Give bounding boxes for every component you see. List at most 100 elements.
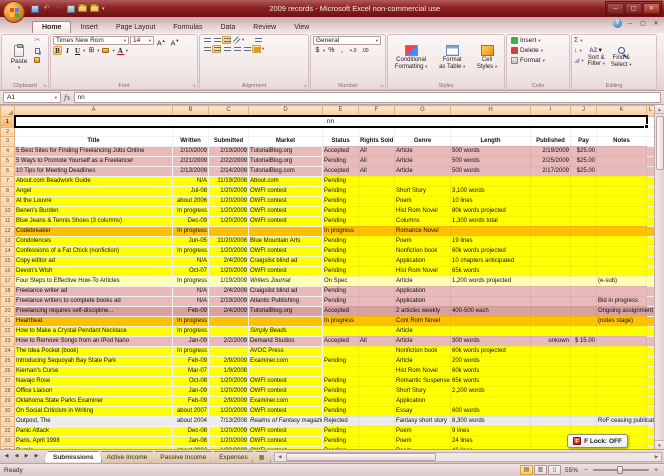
cell[interactable]: Dec-08 [172,426,209,437]
cell[interactable]: Bid in progress [596,296,647,307]
cell[interactable] [322,366,359,377]
cell[interactable]: about 2004 [172,416,209,427]
cell[interactable]: Oct-08 [172,376,209,387]
cell[interactable]: Nonfiction book [394,246,451,257]
font-size-select[interactable]: 14 ▾ [130,36,154,45]
cell[interactable]: $ 15.00 [570,336,597,347]
cell[interactable] [450,316,531,327]
cell[interactable] [450,296,531,307]
format-cells-button[interactable]: Format ▾ [511,56,567,65]
cell[interactable] [596,336,647,347]
paste-button[interactable]: Paste ▾ [8,36,31,80]
cell[interactable] [248,366,323,377]
cell[interactable] [530,236,571,247]
cell[interactable] [570,266,597,277]
cell[interactable] [596,216,647,227]
cell[interactable] [248,226,323,237]
cell[interactable]: Article [394,156,451,167]
first-sheet-icon[interactable]: ◀ [2,452,11,461]
cell[interactable] [248,316,323,327]
cell[interactable]: In progress [172,246,209,257]
cell[interactable]: TutorialBlog.org [248,306,323,317]
cell[interactable] [248,127,323,137]
cell[interactable] [358,256,395,267]
tab-home[interactable]: Home [32,21,72,33]
cell[interactable]: Romance Novel [394,226,451,237]
cell[interactable]: 2,200 words [450,386,531,397]
cell[interactable]: 2/9/2009 [208,396,249,407]
sheet-tab-submissions[interactable]: Submissions [44,451,102,463]
cell[interactable]: TutorialBlog.com [248,166,323,177]
cell[interactable] [530,326,571,337]
cell[interactable]: 1/20/2009 [208,206,249,217]
cell[interactable] [322,326,359,337]
cell[interactable] [596,356,647,367]
column-title-cell[interactable]: Rights Sold [358,136,395,147]
cell[interactable]: Application [394,286,451,297]
cell[interactable]: Copy editor ad [14,256,173,267]
cell[interactable]: Accepted [322,146,359,157]
tab-view[interactable]: View [285,22,318,33]
sheet-tab-passive-income[interactable]: Passive Income [151,451,215,463]
horizontal-scrollbar[interactable]: ◀ ▶ [274,451,662,462]
cell[interactable]: All [358,156,395,167]
cell[interactable]: OWFI contest [248,266,323,277]
cell[interactable]: In progress [172,326,209,337]
cell[interactable]: Pending [322,296,359,307]
cell[interactable]: Pending [322,386,359,397]
cell[interactable] [358,346,395,357]
cell[interactable]: Article [394,356,451,367]
row-header-27[interactable]: 27 [0,375,15,387]
cell[interactable]: 2 articles weekly [394,306,451,317]
cell[interactable]: 2/9/2009 [208,356,249,367]
cell[interactable] [570,276,597,287]
cell[interactable]: 2/19/2009 [530,146,571,157]
cell[interactable] [530,396,571,407]
cell[interactable]: $25.00 [570,156,597,167]
cell[interactable]: 1/20/2009 [208,266,249,277]
column-title-cell[interactable]: Title [14,136,173,147]
cell[interactable]: 2/4/2009 [208,286,249,297]
cell[interactable]: OWFI contest [248,436,323,447]
insert-cells-button[interactable]: Insert ▾ [511,36,567,45]
column-header-E[interactable]: E [322,105,359,117]
cell[interactable] [208,346,249,357]
cell[interactable] [596,236,647,247]
align-center-button[interactable] [212,45,221,53]
cell[interactable] [596,166,647,177]
cell[interactable]: Poem [394,436,451,447]
tab-review[interactable]: Review [244,22,285,33]
cell[interactable]: All [358,336,395,347]
cell[interactable]: 1/20/2009 [208,196,249,207]
cell[interactable]: 2/17/2009 [530,166,571,177]
fill-button[interactable]: ↓ ▾ [574,46,584,55]
tab-data[interactable]: Data [211,22,244,33]
cell[interactable] [530,426,571,437]
autosum-button[interactable]: Σ ▾ [574,36,584,45]
cell[interactable]: OWFI contest [248,386,323,397]
zoom-in-icon[interactable]: + [652,467,660,474]
cell[interactable] [570,306,597,317]
cell[interactable] [358,296,395,307]
row-header-24[interactable]: 24 [0,345,15,357]
cell[interactable] [208,316,249,327]
cell[interactable] [358,396,395,407]
cell[interactable]: 2/10/2009 [172,146,209,157]
copy-icon[interactable] [32,46,42,55]
cell[interactable]: 46 lines [450,446,531,449]
row-header-11[interactable]: 11 [0,215,15,227]
cell[interactable]: TutorialBlog.org [248,146,323,157]
cell[interactable] [358,276,395,287]
cell[interactable]: How to Remove Songs from an iPod Nano [14,336,173,347]
cell[interactable]: Pending [322,216,359,227]
column-header-G[interactable]: G [394,105,451,117]
cell[interactable]: N/A [172,176,209,187]
increase-indent-button[interactable] [242,45,251,53]
cell[interactable]: 60k words [450,366,531,377]
cell[interactable]: Pending [322,196,359,207]
cell[interactable]: 10 chapters anticipated [450,256,531,267]
row-header-15[interactable]: 15 [0,255,15,267]
cell[interactable] [530,446,571,449]
cell[interactable]: 600 words [450,406,531,417]
underline-button[interactable]: U [73,46,82,55]
